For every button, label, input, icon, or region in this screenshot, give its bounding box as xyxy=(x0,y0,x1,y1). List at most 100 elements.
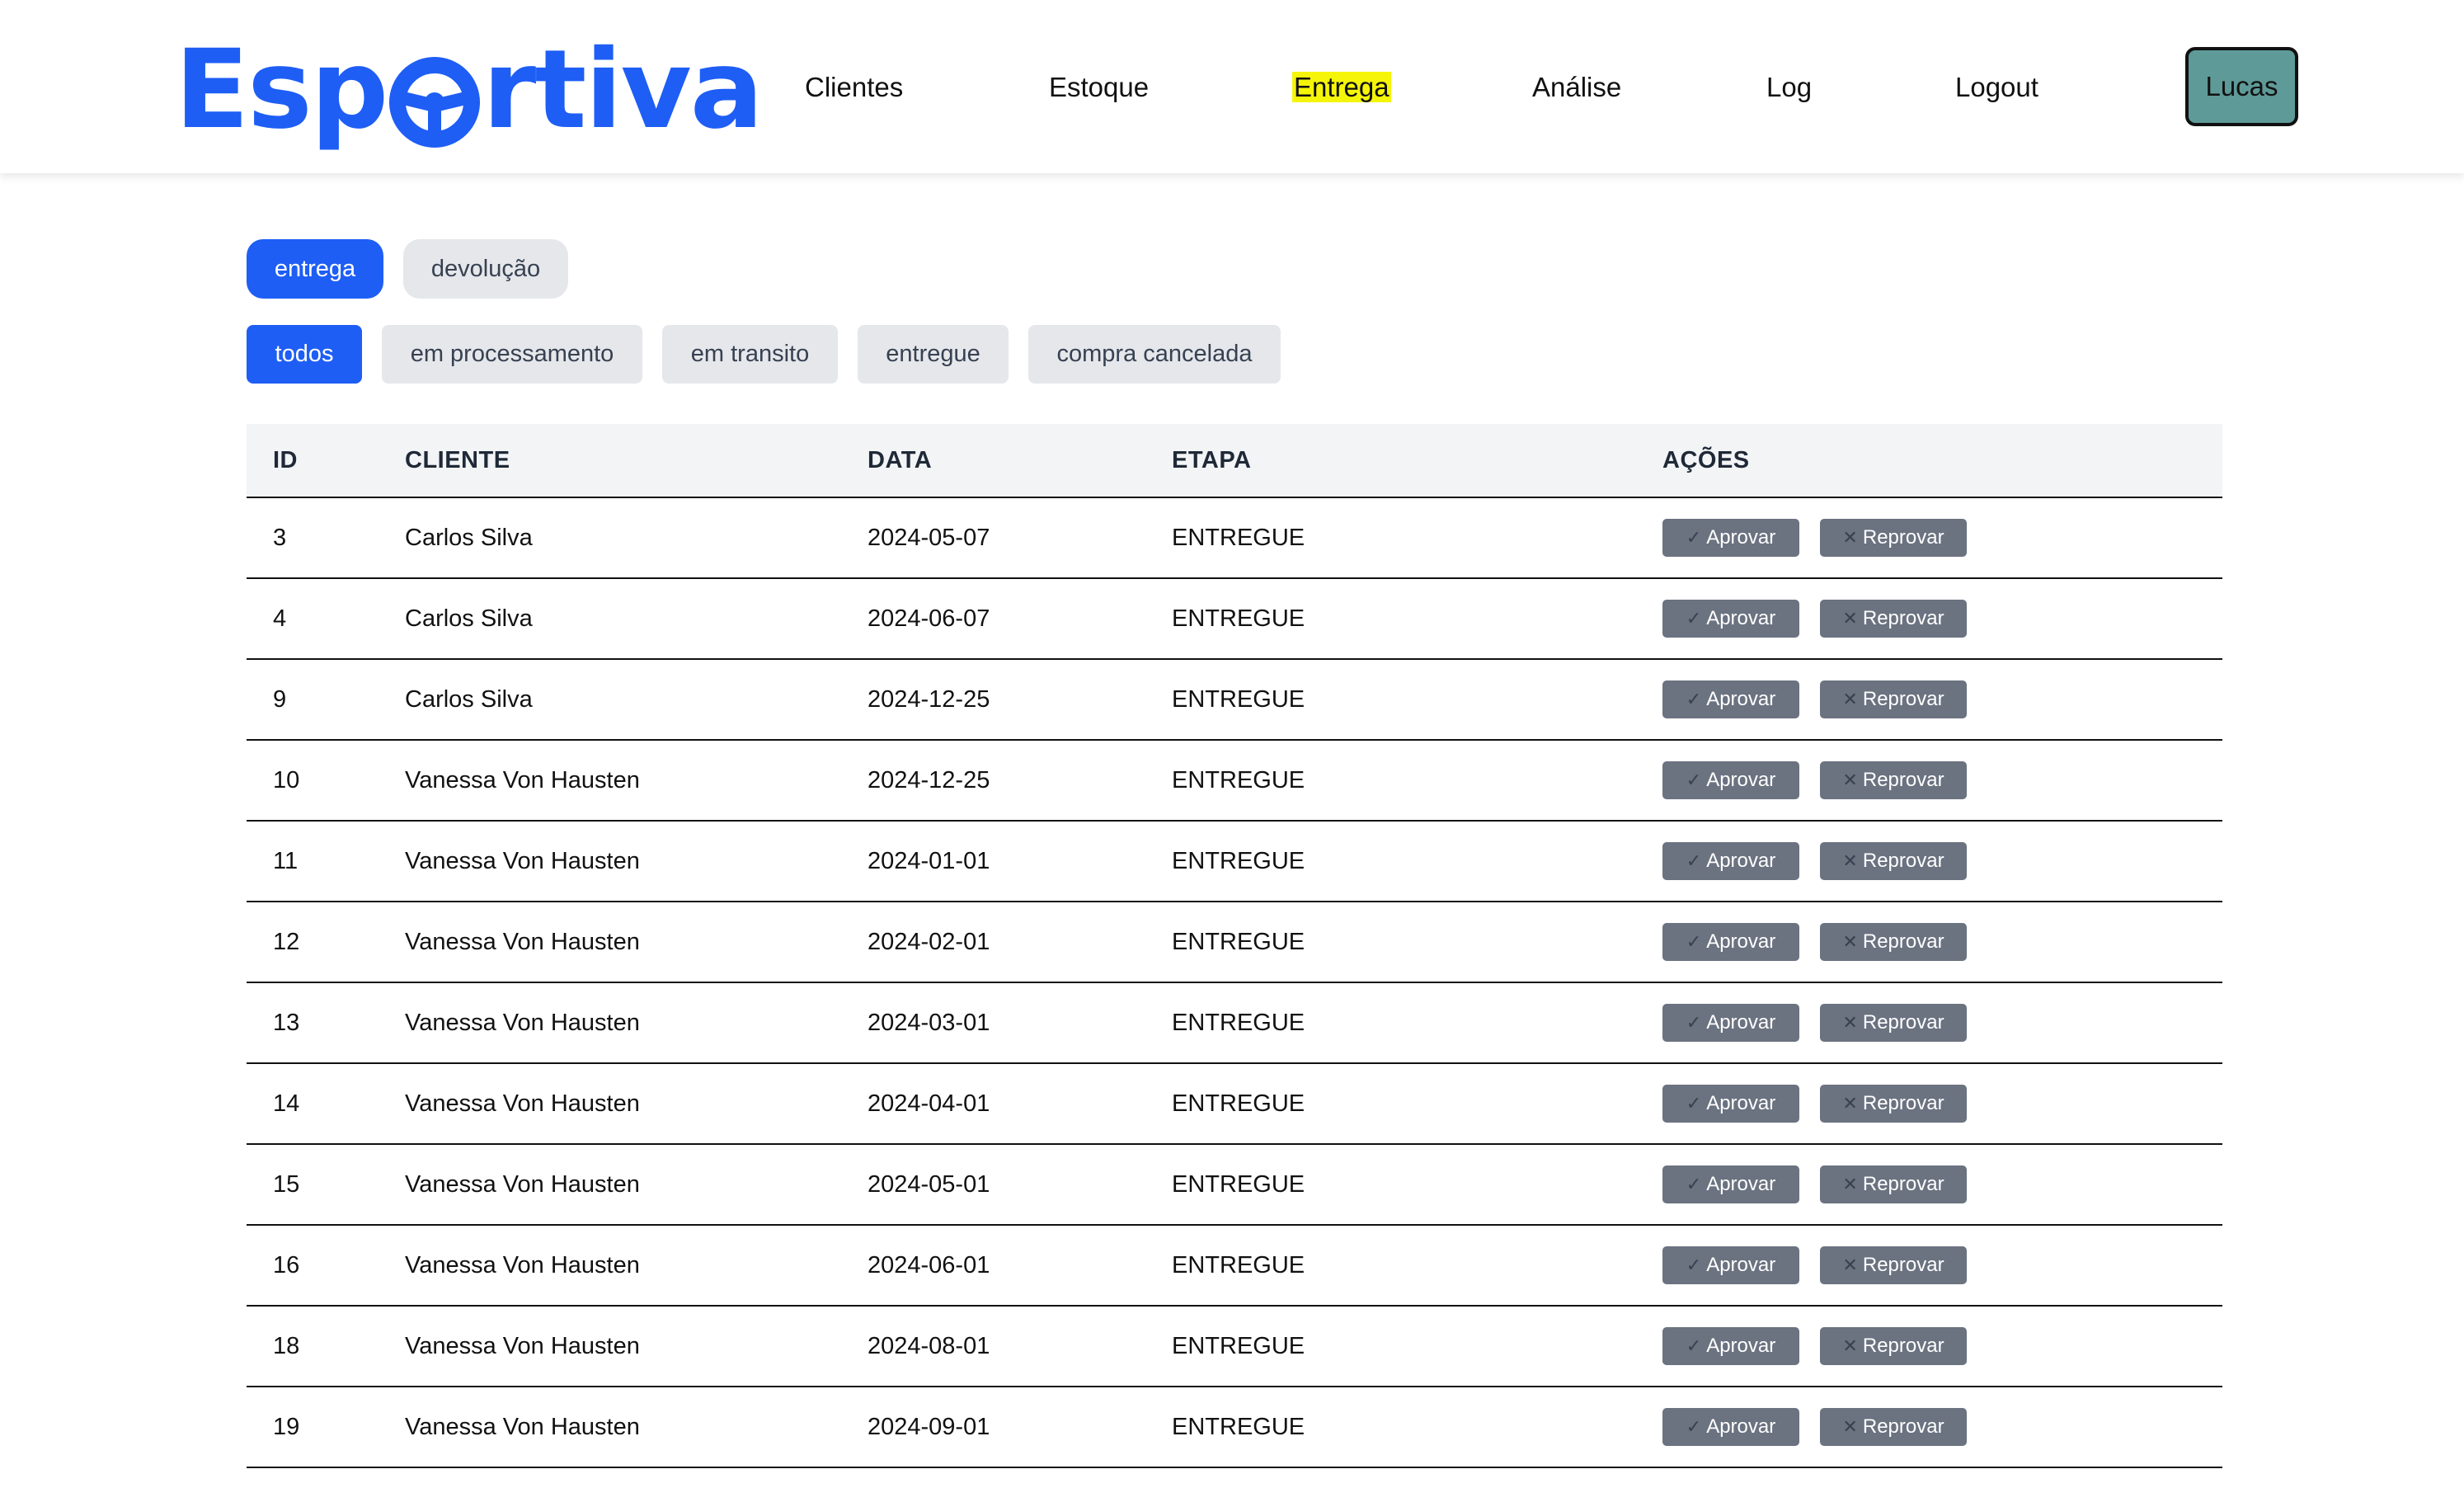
reject-button[interactable]: ✕ Reprovar xyxy=(1820,1165,1967,1203)
approve-button[interactable]: ✓ Aprovar xyxy=(1662,1165,1799,1203)
approve-button[interactable]: ✓ Aprovar xyxy=(1662,761,1799,799)
approve-button[interactable]: ✓ Aprovar xyxy=(1662,1085,1799,1123)
approve-button[interactable]: ✓ Aprovar xyxy=(1662,1327,1799,1365)
nav-clientes[interactable]: Clientes xyxy=(805,68,903,107)
nav-log[interactable]: Log xyxy=(1766,68,1812,107)
approve-button[interactable]: ✓ Aprovar xyxy=(1662,923,1799,961)
check-icon: ✓ xyxy=(1686,931,1702,952)
approve-button[interactable]: ✓ Aprovar xyxy=(1662,1246,1799,1284)
cell-etapa: ENTREGUE xyxy=(1172,928,1305,955)
table-row: 3 Carlos Silva 2024-05-07 ENTREGUE ✓ Aprovar ✕… xyxy=(247,498,2222,579)
approve-label: Aprovar xyxy=(1706,607,1776,629)
table-row: 18 Vanessa Von Hausten 2024-08-01 ENTREGUE ✓… xyxy=(247,1307,2222,1387)
logo-text-end: rtiva xyxy=(482,26,764,153)
x-icon: ✕ xyxy=(1842,1012,1858,1033)
check-icon: ✓ xyxy=(1686,527,1702,548)
reject-label: Reprovar xyxy=(1862,688,1944,710)
table-row: 16 Vanessa Von Hausten 2024-06-01 ENTREGUE ✓… xyxy=(247,1226,2222,1307)
nav-logout[interactable]: Logout xyxy=(1955,68,2038,107)
tab-entrega[interactable]: entrega xyxy=(247,239,383,299)
cell-cliente: Vanessa Von Hausten xyxy=(405,766,640,793)
filter-entregue[interactable]: entregue xyxy=(858,325,1009,384)
cell-id: 11 xyxy=(273,847,299,874)
approve-label: Aprovar xyxy=(1706,1173,1776,1195)
reject-button[interactable]: ✕ Reprovar xyxy=(1820,519,1967,557)
cell-etapa: ENTREGUE xyxy=(1172,685,1305,713)
cell-id: 9 xyxy=(273,685,287,713)
cell-etapa: ENTREGUE xyxy=(1172,1090,1305,1117)
cell-etapa: ENTREGUE xyxy=(1172,1251,1305,1278)
reject-button[interactable]: ✕ Reprovar xyxy=(1820,923,1967,961)
reject-label: Reprovar xyxy=(1862,850,1944,872)
reject-button[interactable]: ✕ Reprovar xyxy=(1820,761,1967,799)
approve-label: Aprovar xyxy=(1706,1415,1776,1438)
cell-cliente: Vanessa Von Hausten xyxy=(405,1251,640,1278)
cell-cliente: Vanessa Von Hausten xyxy=(405,1009,640,1036)
approve-label: Aprovar xyxy=(1706,1011,1776,1034)
approve-button[interactable]: ✓ Aprovar xyxy=(1662,519,1799,557)
approve-button[interactable]: ✓ Aprovar xyxy=(1662,842,1799,880)
x-icon: ✕ xyxy=(1842,1174,1858,1194)
nav-entrega[interactable]: Entrega xyxy=(1292,68,1391,107)
check-icon: ✓ xyxy=(1686,1012,1702,1033)
filter-em-processamento[interactable]: em processamento xyxy=(382,325,642,384)
header-acoes: AÇÕES xyxy=(1662,446,1750,473)
reject-button[interactable]: ✕ Reprovar xyxy=(1820,1327,1967,1365)
x-icon: ✕ xyxy=(1842,608,1858,629)
table-row: 13 Vanessa Von Hausten 2024-03-01 ENTREGUE ✓… xyxy=(247,983,2222,1064)
deliveries-table: ID CLIENTE DATA ETAPA AÇÕES 3 Carlos Silv… xyxy=(247,424,2222,1468)
cell-cliente: Vanessa Von Hausten xyxy=(405,928,640,955)
cell-id: 14 xyxy=(273,1090,300,1117)
cell-etapa: ENTREGUE xyxy=(1172,1170,1305,1198)
table-row: 4 Carlos Silva 2024-06-07 ENTREGUE ✓ Aprovar ✕… xyxy=(247,579,2222,660)
cell-data: 2024-06-07 xyxy=(868,605,990,632)
approve-button[interactable]: ✓ Aprovar xyxy=(1662,680,1799,718)
reject-label: Reprovar xyxy=(1862,930,1944,953)
reject-label: Reprovar xyxy=(1862,1335,1944,1357)
cell-id: 16 xyxy=(273,1251,300,1278)
cell-data: 2024-12-25 xyxy=(868,685,990,713)
reject-button[interactable]: ✕ Reprovar xyxy=(1820,1004,1967,1042)
cell-id: 10 xyxy=(273,766,300,793)
reject-button[interactable]: ✕ Reprovar xyxy=(1820,680,1967,718)
filter-todos[interactable]: todos xyxy=(247,325,362,384)
approve-label: Aprovar xyxy=(1706,769,1776,791)
approve-button[interactable]: ✓ Aprovar xyxy=(1662,600,1799,638)
table-row: 10 Vanessa Von Hausten 2024-12-25 ENTREGUE ✓… xyxy=(247,741,2222,822)
reject-button[interactable]: ✕ Reprovar xyxy=(1820,1085,1967,1123)
approve-label: Aprovar xyxy=(1706,1254,1776,1276)
reject-button[interactable]: ✕ Reprovar xyxy=(1820,1246,1967,1284)
cell-data: 2024-09-01 xyxy=(868,1413,990,1440)
reject-label: Reprovar xyxy=(1862,1011,1944,1034)
approve-button[interactable]: ✓ Aprovar xyxy=(1662,1004,1799,1042)
cell-cliente: Vanessa Von Hausten xyxy=(405,847,640,874)
reject-label: Reprovar xyxy=(1862,769,1944,791)
reject-label: Reprovar xyxy=(1862,607,1944,629)
x-icon: ✕ xyxy=(1842,1255,1858,1275)
cell-cliente: Carlos Silva xyxy=(405,605,533,632)
approve-label: Aprovar xyxy=(1706,930,1776,953)
cell-data: 2024-06-01 xyxy=(868,1251,990,1278)
logo-text-start: Esp xyxy=(175,26,388,153)
table-row: 19 Vanessa Von Hausten 2024-09-01 ENTREGUE ✓… xyxy=(247,1387,2222,1468)
cell-cliente: Vanessa Von Hausten xyxy=(405,1413,640,1440)
user-menu-button[interactable]: Lucas xyxy=(2185,47,2298,126)
x-icon: ✕ xyxy=(1842,527,1858,548)
reject-button[interactable]: ✕ Reprovar xyxy=(1820,1408,1967,1446)
tab-devolucao[interactable]: devolução xyxy=(403,239,568,299)
reject-button[interactable]: ✕ Reprovar xyxy=(1820,842,1967,880)
nav-estoque[interactable]: Estoque xyxy=(1049,68,1149,107)
x-icon: ✕ xyxy=(1842,770,1858,790)
table-row: 14 Vanessa Von Hausten 2024-04-01 ENTREGUE ✓… xyxy=(247,1064,2222,1145)
cell-cliente: Vanessa Von Hausten xyxy=(405,1090,640,1117)
cell-cliente: Vanessa Von Hausten xyxy=(405,1332,640,1359)
esportiva-logo[interactable]: Esp rtiva xyxy=(175,26,764,153)
reject-label: Reprovar xyxy=(1862,1415,1944,1438)
nav-analise[interactable]: Análise xyxy=(1532,68,1621,107)
filter-em-transito[interactable]: em transito xyxy=(662,325,838,384)
approve-button[interactable]: ✓ Aprovar xyxy=(1662,1408,1799,1446)
reject-button[interactable]: ✕ Reprovar xyxy=(1820,600,1967,638)
cell-etapa: ENTREGUE xyxy=(1172,1413,1305,1440)
filter-compra-cancelada[interactable]: compra cancelada xyxy=(1028,325,1281,384)
x-icon: ✕ xyxy=(1842,689,1858,709)
